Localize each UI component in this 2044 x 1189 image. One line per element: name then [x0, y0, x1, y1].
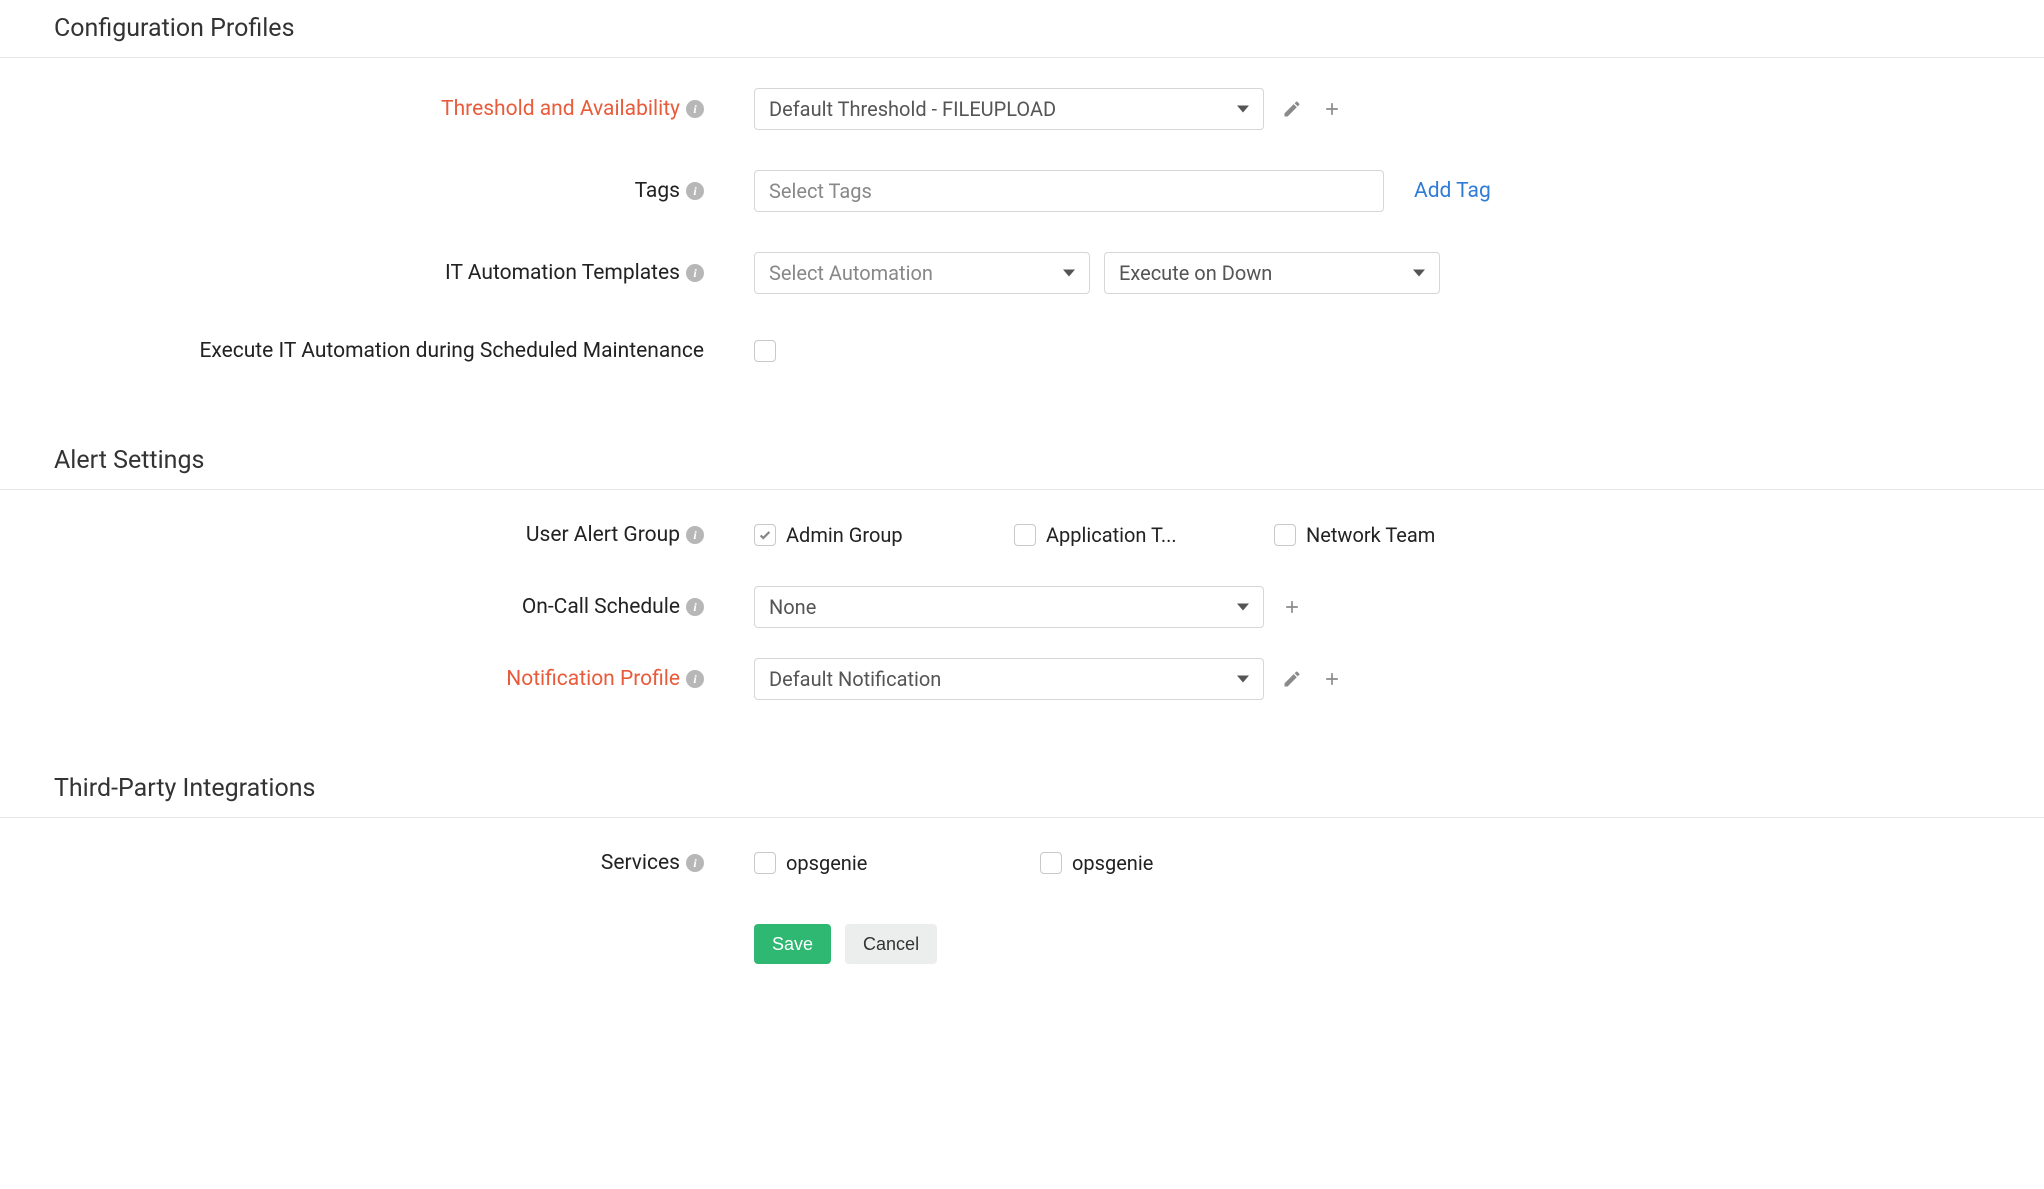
automation-trigger-value: Execute on Down [1119, 261, 1272, 285]
label-user-group: User Alert Group i [54, 523, 724, 547]
user-group-label: Admin Group [786, 523, 903, 547]
user-group-option: Application T... [1014, 523, 1274, 547]
label-text: User Alert Group [526, 523, 680, 547]
section-title-config: Configuration Profiles [0, 0, 2044, 58]
automation-trigger-select[interactable]: Execute on Down [1104, 252, 1440, 294]
oncall-select[interactable]: None [754, 586, 1264, 628]
section-title-thirdparty: Third-Party Integrations [0, 760, 2044, 818]
tags-input[interactable]: Select Tags [754, 170, 1384, 212]
info-icon[interactable]: i [686, 264, 704, 282]
exec-maint-checkbox[interactable] [754, 340, 776, 362]
info-icon[interactable]: i [686, 526, 704, 544]
chevron-down-icon [1063, 270, 1075, 277]
service-option: opsgenie [754, 851, 1024, 875]
row-oncall: On-Call Schedule i None [0, 586, 2044, 628]
label-text: Services [601, 851, 680, 875]
user-group-checkbox[interactable] [1014, 524, 1036, 546]
label-text: Execute IT Automation during Scheduled M… [199, 339, 704, 363]
label-automation: IT Automation Templates i [54, 261, 724, 285]
row-tags: Tags i Select Tags Add Tag [0, 170, 2044, 212]
chevron-down-icon [1237, 676, 1249, 683]
label-text: Notification Profile [506, 667, 680, 691]
user-group-label: Network Team [1306, 523, 1435, 547]
label-threshold: Threshold and Availability i [54, 97, 724, 121]
user-group-option: Network Team [1274, 523, 1534, 547]
label-text: IT Automation Templates [445, 261, 680, 285]
add-icon[interactable] [1320, 97, 1344, 121]
label-oncall: On-Call Schedule i [54, 595, 724, 619]
user-group-checkbox[interactable] [754, 524, 776, 546]
section-title-alerts: Alert Settings [0, 432, 2044, 490]
row-automation: IT Automation Templates i Select Automat… [0, 252, 2044, 294]
edit-icon[interactable] [1280, 97, 1304, 121]
label-text: On-Call Schedule [522, 595, 680, 619]
threshold-select[interactable]: Default Threshold - FILEUPLOAD [754, 88, 1264, 130]
label-tags: Tags i [54, 179, 724, 203]
row-notification: Notification Profile i Default Notificat… [0, 658, 2044, 700]
threshold-value: Default Threshold - FILEUPLOAD [769, 97, 1056, 121]
service-label: opsgenie [1072, 851, 1153, 875]
notification-value: Default Notification [769, 667, 941, 691]
add-icon[interactable] [1280, 595, 1304, 619]
row-threshold: Threshold and Availability i Default Thr… [0, 88, 2044, 130]
edit-icon[interactable] [1280, 667, 1304, 691]
oncall-value: None [769, 595, 816, 619]
save-button[interactable]: Save [754, 924, 831, 964]
automation-placeholder: Select Automation [769, 261, 933, 285]
chevron-down-icon [1413, 270, 1425, 277]
label-exec-maint: Execute IT Automation during Scheduled M… [54, 339, 724, 363]
label-notification: Notification Profile i [54, 667, 724, 691]
chevron-down-icon [1237, 106, 1249, 113]
info-icon[interactable]: i [686, 854, 704, 872]
label-text: Threshold and Availability [441, 97, 680, 121]
info-icon[interactable]: i [686, 670, 704, 688]
automation-select[interactable]: Select Automation [754, 252, 1090, 294]
label-text: Tags [635, 179, 680, 203]
info-icon[interactable]: i [686, 182, 704, 200]
row-user-group: User Alert Group i Admin Group Applicati… [0, 514, 2044, 556]
row-exec-maint: Execute IT Automation during Scheduled M… [0, 330, 2044, 372]
user-group-label: Application T... [1046, 523, 1177, 547]
notification-select[interactable]: Default Notification [754, 658, 1264, 700]
info-icon[interactable]: i [686, 598, 704, 616]
service-option: opsgenie [1040, 851, 1310, 875]
service-checkbox[interactable] [754, 852, 776, 874]
cancel-button[interactable]: Cancel [845, 924, 937, 964]
tags-placeholder: Select Tags [769, 179, 872, 203]
chevron-down-icon [1237, 604, 1249, 611]
user-group-option: Admin Group [754, 523, 1014, 547]
row-services: Services i opsgenie opsgenie [0, 842, 2044, 884]
add-tag-link[interactable]: Add Tag [1414, 179, 1491, 203]
service-checkbox[interactable] [1040, 852, 1062, 874]
info-icon[interactable]: i [686, 100, 704, 118]
service-label: opsgenie [786, 851, 867, 875]
user-group-checkbox[interactable] [1274, 524, 1296, 546]
row-actions: Save Cancel [0, 924, 2044, 1004]
add-icon[interactable] [1320, 667, 1344, 691]
label-services: Services i [54, 851, 724, 875]
